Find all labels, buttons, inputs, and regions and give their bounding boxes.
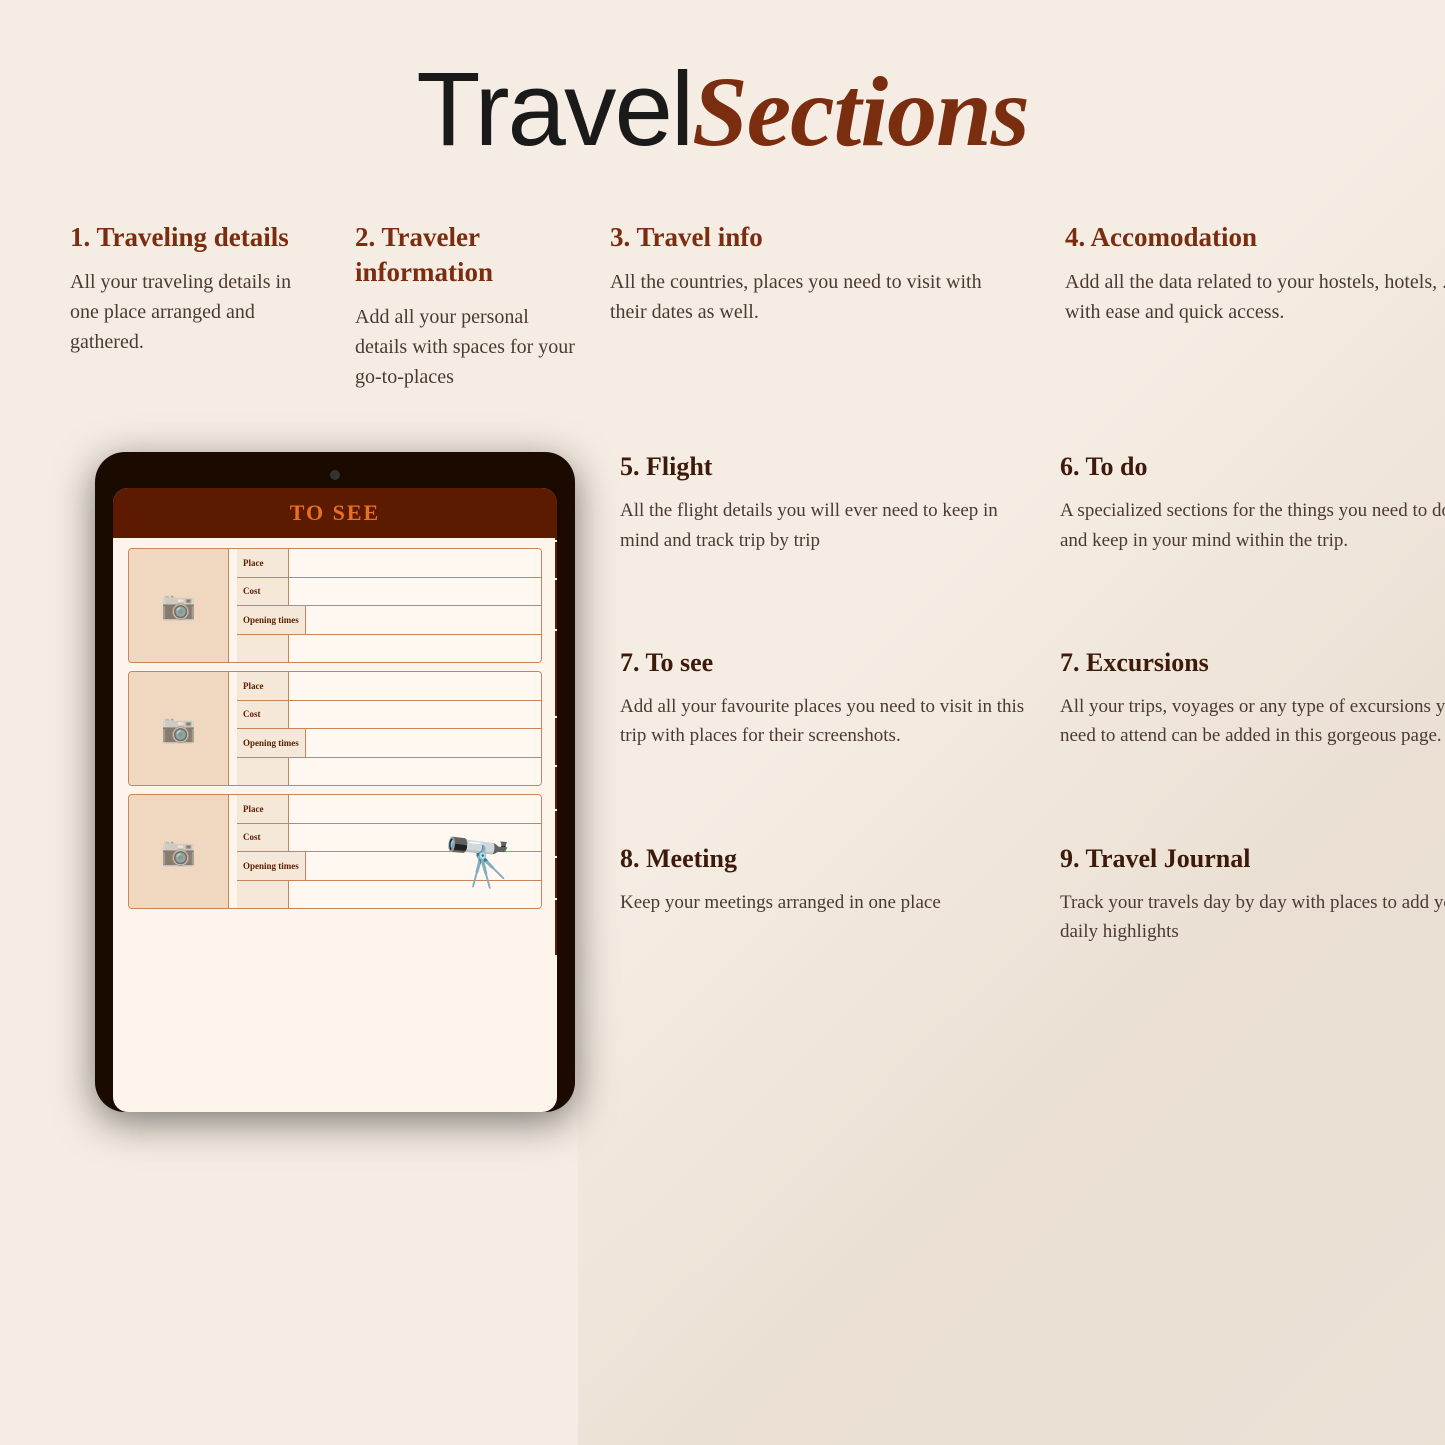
field-place-1: Place <box>237 549 541 578</box>
tab-flight[interactable]: FLIGHT <box>555 718 557 765</box>
field-opening-1: Opening times <box>237 606 541 635</box>
section-7b-desc: All your trips, voyages or any type of e… <box>1060 692 1445 751</box>
camera-icon-3: 📷 <box>161 835 196 869</box>
value-extra-2 <box>289 758 541 786</box>
label-opening-1: Opening times <box>237 606 306 634</box>
tab-info[interactable]: INFO <box>555 542 557 578</box>
tab-trips[interactable]: TRIPS <box>555 858 557 898</box>
tablet-device: TO SEE DETAILS INFO TRAVEL ACCOMODATION … <box>95 452 575 1112</box>
right-sections: 5. Flight All the flight details you wil… <box>610 452 1445 1112</box>
place-card-3: 📷 Place Cost <box>128 794 542 909</box>
section-6-desc: A specialized sections for the things yo… <box>1060 496 1445 555</box>
value-place-1 <box>289 549 541 577</box>
tablet-to-see-title: TO SEE <box>125 500 545 526</box>
section-4: 4. Accomodation Add all the data related… <box>1055 220 1445 422</box>
title-travel: Travel <box>416 51 692 168</box>
value-opening-2 <box>306 729 541 757</box>
section-7a-title: 7. To see <box>620 648 1040 678</box>
section-8-desc: Keep your meetings arranged in one place <box>620 888 1040 917</box>
tab-tosee[interactable]: TO SEE <box>555 811 557 856</box>
value-opening-1 <box>306 606 541 634</box>
value-cost-2 <box>289 701 541 729</box>
value-place-2 <box>289 672 541 700</box>
section-6: 6. To do A specialized sections for the … <box>1060 452 1445 638</box>
tablet-screen: TO SEE DETAILS INFO TRAVEL ACCOMODATION … <box>113 488 557 1112</box>
section-2-desc: Add all your personal details with space… <box>355 302 580 392</box>
place-card-1: 📷 Place Cost <box>128 548 542 663</box>
place-card-2: 📷 Place Cost <box>128 671 542 786</box>
label-cost-2: Cost <box>237 701 289 729</box>
field-cost-2: Cost <box>237 701 541 730</box>
label-cost-3: Cost <box>237 824 289 852</box>
tab-travel[interactable]: TRAVEL <box>555 580 557 629</box>
section-7b-title: 7. Excursions <box>1060 648 1445 678</box>
section-4-desc: Add all the data related to your hostels… <box>1065 267 1445 327</box>
section-7a: 7. To see Add all your favourite places … <box>620 648 1040 834</box>
field-extra-2 <box>237 758 541 786</box>
section-5-desc: All the flight details you will ever nee… <box>620 496 1040 555</box>
place-photo-1: 📷 <box>129 549 229 662</box>
place-photo-2: 📷 <box>129 672 229 785</box>
section-3-desc: All the countries, places you need to vi… <box>610 267 1015 327</box>
value-extra-1 <box>289 635 541 663</box>
label-opening-3: Opening times <box>237 852 306 880</box>
field-extra-1 <box>237 635 541 663</box>
label-place-3: Place <box>237 795 289 823</box>
place-photo-3: 📷 <box>129 795 229 908</box>
label-extra-3 <box>237 881 289 909</box>
section-2-title: 2. Traveler information <box>355 220 580 290</box>
section-7b: 7. Excursions All your trips, voyages or… <box>1060 648 1445 834</box>
tab-meeting[interactable]: MEETING <box>555 900 557 955</box>
label-extra-1 <box>237 635 289 663</box>
camera-icon-2: 📷 <box>161 712 196 746</box>
value-cost-1 <box>289 578 541 606</box>
row1-left: 1. Traveling details All your traveling … <box>70 220 600 452</box>
section-8-title: 8. Meeting <box>620 844 1040 874</box>
page-layout: 1. Traveling details All your traveling … <box>70 220 1375 1112</box>
section-2: 2. Traveler information Add all your per… <box>345 220 600 422</box>
tab-todo[interactable]: TO DO <box>555 767 557 809</box>
main-container: TravelSections 1. Traveling details All … <box>0 0 1445 1445</box>
section-9: 9. Travel Journal Track your travels day… <box>1060 844 1445 1030</box>
section-1: 1. Traveling details All your traveling … <box>70 220 325 422</box>
place-fields-2: Place Cost Opening times <box>237 672 541 785</box>
section-3-title: 3. Travel info <box>610 220 1015 255</box>
tablet-wrap: TO SEE DETAILS INFO TRAVEL ACCOMODATION … <box>70 452 600 1112</box>
tablet-tabs: DETAILS INFO TRAVEL ACCOMODATION FLIGHT … <box>555 488 557 954</box>
tab-accomodation[interactable]: ACCOMODATION <box>555 631 557 716</box>
label-opening-2: Opening times <box>237 729 306 757</box>
section-7a-desc: Add all your favourite places you need t… <box>620 692 1040 751</box>
label-place-2: Place <box>237 672 289 700</box>
camera-icon-1: 📷 <box>161 589 196 623</box>
section-1-desc: All your traveling details in one place … <box>70 267 305 357</box>
value-place-3 <box>289 795 541 823</box>
tablet-content: 📷 Place Cost <box>113 538 557 1112</box>
tablet-camera <box>330 470 340 480</box>
place-fields-1: Place Cost Opening times <box>237 549 541 662</box>
row1-right: 3. Travel info All the countries, places… <box>610 220 1445 452</box>
field-cost-1: Cost <box>237 578 541 607</box>
section-9-desc: Track your travels day by day with place… <box>1060 888 1445 947</box>
label-extra-2 <box>237 758 289 786</box>
section-3: 3. Travel info All the countries, places… <box>610 220 1035 422</box>
label-place-1: Place <box>237 549 289 577</box>
field-place-3: Place <box>237 795 541 824</box>
section-1-title: 1. Traveling details <box>70 220 305 255</box>
section-8: 8. Meeting Keep your meetings arranged i… <box>620 844 1040 1030</box>
section-9-title: 9. Travel Journal <box>1060 844 1445 874</box>
title-area: TravelSections <box>70 50 1375 170</box>
title-sections: Sections <box>692 56 1028 167</box>
field-opening-2: Opening times <box>237 729 541 758</box>
section-5: 5. Flight All the flight details you wil… <box>620 452 1040 638</box>
field-place-2: Place <box>237 672 541 701</box>
tab-details[interactable]: DETAILS <box>555 488 557 540</box>
label-cost-1: Cost <box>237 578 289 606</box>
section-4-title: 4. Accomodation <box>1065 220 1445 255</box>
section-5-title: 5. Flight <box>620 452 1040 482</box>
tablet-header: TO SEE DETAILS INFO TRAVEL ACCOMODATION … <box>113 488 557 538</box>
section-6-title: 6. To do <box>1060 452 1445 482</box>
